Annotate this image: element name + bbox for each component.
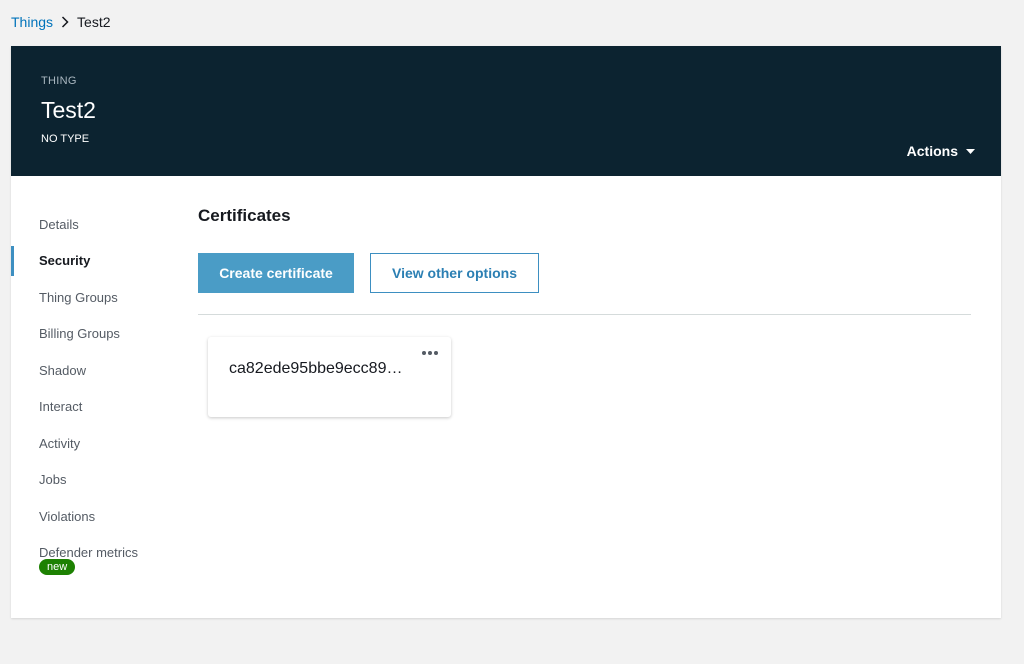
caret-down-icon: [966, 148, 975, 154]
nav-item-thing-groups[interactable]: Thing Groups: [11, 279, 191, 316]
nav-item-jobs[interactable]: Jobs: [11, 462, 191, 499]
nav-item-security[interactable]: Security: [11, 243, 191, 280]
nav-item-shadow[interactable]: Shadow: [11, 352, 191, 389]
view-other-options-button[interactable]: View other options: [370, 253, 539, 293]
certificate-id: ca82ede95bbe9ecc89…: [229, 360, 403, 377]
breadcrumb: Things Test2: [11, 12, 111, 32]
nav-item-billing-groups[interactable]: Billing Groups: [11, 316, 191, 353]
thing-header: THING Test2 NO TYPE Actions: [11, 46, 1001, 176]
thing-detail-card: THING Test2 NO TYPE Actions Details Secu…: [11, 46, 1001, 618]
certificate-card[interactable]: ca82ede95bbe9ecc89…: [208, 337, 451, 417]
section-title: Certificates: [198, 206, 291, 225]
divider: [198, 314, 971, 315]
nav-item-defender-metrics[interactable]: Defender metrics: [11, 535, 191, 572]
actions-label: Actions: [906, 143, 958, 159]
nav-item-activity[interactable]: Activity: [11, 425, 191, 462]
header-eyebrow: THING: [41, 75, 77, 87]
new-badge: new: [39, 559, 76, 575]
nav-item-violations[interactable]: Violations: [11, 498, 191, 535]
thing-type: NO TYPE: [41, 133, 90, 145]
side-nav: Details Security Thing Groups Billing Gr…: [11, 206, 191, 571]
nav-item-interact[interactable]: Interact: [11, 389, 191, 426]
button-row: Create certificate View other options: [198, 253, 539, 293]
page-title: Test2: [41, 97, 96, 123]
breadcrumb-current: Test2: [77, 14, 111, 30]
nav-item-details[interactable]: Details: [11, 206, 191, 243]
chevron-right-icon: [61, 16, 69, 28]
actions-dropdown[interactable]: Actions: [907, 143, 975, 159]
create-certificate-button[interactable]: Create certificate: [198, 253, 354, 293]
breadcrumb-things-link[interactable]: Things: [11, 14, 53, 30]
main-content: Certificates Create certificate View oth…: [198, 206, 971, 417]
more-horizontal-icon[interactable]: [421, 343, 439, 361]
